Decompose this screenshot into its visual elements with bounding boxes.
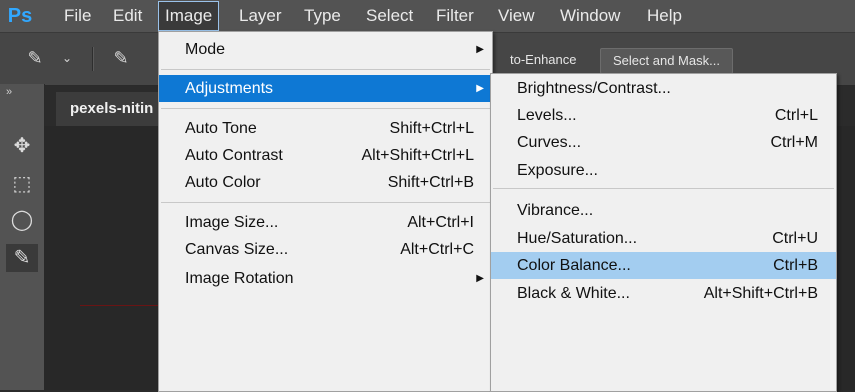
menu-item-auto-color[interactable]: Auto Color Shift+Ctrl+B <box>159 169 492 196</box>
lasso-tool-icon[interactable]: ◯ <box>6 206 38 234</box>
brush-new-selection-icon[interactable]: ✎ <box>108 45 134 71</box>
menu-item-label: Color Balance... <box>517 257 631 274</box>
menu-item-exposure[interactable]: Exposure... <box>491 157 836 184</box>
menu-item-mode[interactable]: Mode ▶ <box>159 36 492 63</box>
menu-item-image-rotation[interactable]: Image Rotation ▶ <box>159 265 492 292</box>
menu-item-levels[interactable]: Levels... Ctrl+L <box>491 102 836 129</box>
menu-item-label: Auto Color <box>185 174 261 191</box>
menu-view[interactable]: View <box>492 0 541 32</box>
menu-file[interactable]: File <box>58 0 97 32</box>
menu-bar: Ps File Edit Image Layer Type Select Fil… <box>0 0 855 32</box>
divider <box>92 47 94 71</box>
menu-help[interactable]: Help <box>641 0 688 32</box>
marquee-tool-icon[interactable]: ⬚ <box>6 170 38 198</box>
menu-filter[interactable]: Filter <box>430 0 480 32</box>
move-tool-icon[interactable]: ✥ <box>6 132 38 160</box>
image-menu: Mode ▶ Adjustments ▶ Auto Tone Shift+Ctr… <box>158 31 493 392</box>
menu-type[interactable]: Type <box>298 0 347 32</box>
menu-item-label: Image Rotation <box>185 270 294 287</box>
menu-item-label: Brightness/Contrast... <box>517 80 671 97</box>
menu-item-auto-contrast[interactable]: Auto Contrast Alt+Shift+Ctrl+L <box>159 142 492 169</box>
shortcut-label: Alt+Ctrl+I <box>407 214 474 231</box>
menu-item-label: Black & White... <box>517 285 630 302</box>
menu-layer[interactable]: Layer <box>233 0 288 32</box>
menu-item-auto-tone[interactable]: Auto Tone Shift+Ctrl+L <box>159 115 492 142</box>
menu-item-label: Vibrance... <box>517 202 594 219</box>
menu-item-label: Mode <box>185 41 226 58</box>
menu-separator <box>161 202 490 203</box>
menu-window[interactable]: Window <box>554 0 626 32</box>
shortcut-label: Ctrl+L <box>774 107 818 124</box>
canvas-guide-line <box>80 305 160 306</box>
menu-item-image-size[interactable]: Image Size... Alt+Ctrl+I <box>159 209 492 236</box>
menu-item-label: Image Size... <box>185 214 279 231</box>
shortcut-label: Shift+Ctrl+L <box>389 120 474 137</box>
menu-item-brightness-contrast[interactable]: Brightness/Contrast... <box>491 75 836 102</box>
menu-item-label: Curves... <box>517 134 582 151</box>
menu-item-label: Levels... <box>517 107 577 124</box>
shortcut-label: Alt+Shift+Ctrl+L <box>361 147 475 164</box>
shortcut-label: Ctrl+B <box>773 257 818 274</box>
menu-item-vibrance[interactable]: Vibrance... <box>491 197 836 224</box>
menu-item-canvas-size[interactable]: Canvas Size... Alt+Ctrl+C <box>159 236 492 263</box>
shortcut-label: Ctrl+M <box>770 134 818 151</box>
menu-separator <box>493 188 834 189</box>
shortcut-label: Alt+Ctrl+C <box>400 241 474 258</box>
menu-item-black-white[interactable]: Black & White... Alt+Shift+Ctrl+B <box>491 280 836 307</box>
submenu-arrow-icon: ▶ <box>476 44 484 55</box>
quick-selection-brush-icon[interactable]: ✎ <box>22 45 48 71</box>
menu-item-label: Canvas Size... <box>185 241 289 258</box>
chevron-down-icon[interactable]: ⌄ <box>54 45 80 71</box>
photoshop-logo: Ps <box>7 5 33 27</box>
submenu-arrow-icon: ▶ <box>476 273 484 284</box>
shortcut-label: Ctrl+U <box>772 230 818 247</box>
menu-separator <box>161 69 490 70</box>
adjustments-submenu: Brightness/Contrast... Levels... Ctrl+L … <box>490 73 837 392</box>
shortcut-label: Shift+Ctrl+B <box>387 174 474 191</box>
submenu-arrow-icon: ▶ <box>476 83 484 94</box>
menu-item-label: Auto Contrast <box>185 147 283 164</box>
menu-item-label: Auto Tone <box>185 120 257 137</box>
shortcut-label: Alt+Shift+Ctrl+B <box>703 285 818 302</box>
menu-item-adjustments[interactable]: Adjustments ▶ <box>159 75 492 102</box>
menu-item-label: Exposure... <box>517 162 598 179</box>
menu-item-label: Adjustments <box>185 80 274 97</box>
quick-selection-tool-icon[interactable]: ✎ <box>6 244 38 272</box>
menu-image[interactable]: Image <box>157 1 220 31</box>
menu-select[interactable]: Select <box>360 0 419 32</box>
collapse-panel-icon[interactable]: » <box>6 86 12 98</box>
menu-item-label: Hue/Saturation... <box>517 230 638 247</box>
menu-item-curves[interactable]: Curves... Ctrl+M <box>491 129 836 156</box>
auto-enhance-label[interactable]: to-Enhance <box>510 48 577 72</box>
toolbox: » ✥ ⬚ ◯ ✎ <box>0 84 45 390</box>
menu-edit[interactable]: Edit <box>107 0 148 32</box>
menu-item-hue-saturation[interactable]: Hue/Saturation... Ctrl+U <box>491 225 836 252</box>
menu-separator <box>161 108 490 109</box>
select-and-mask-button[interactable]: Select and Mask... <box>600 48 733 74</box>
menu-item-color-balance[interactable]: Color Balance... Ctrl+B <box>491 252 836 279</box>
